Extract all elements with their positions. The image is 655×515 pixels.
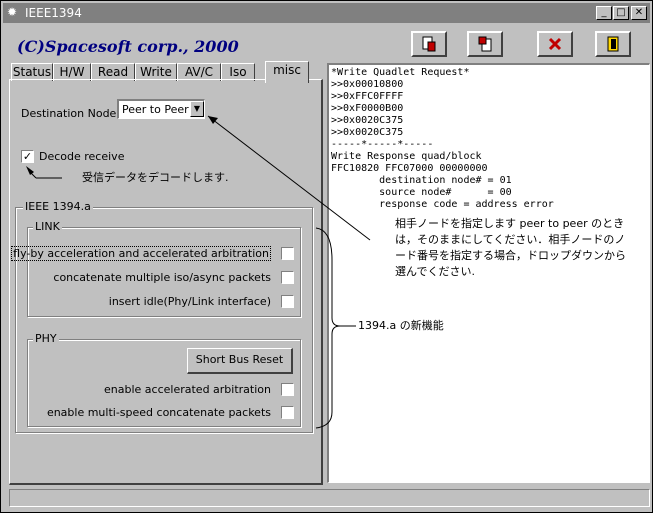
log-line: -----*-----*----- bbox=[331, 139, 434, 150]
destination-note-line: 選んでください. bbox=[395, 265, 475, 278]
log-line: Write Response quad/block bbox=[331, 151, 482, 162]
exit-button[interactable] bbox=[595, 31, 631, 57]
load-log-button[interactable] bbox=[467, 31, 503, 57]
chevron-down-icon[interactable]: ▼ bbox=[190, 101, 204, 117]
destination-node-label: Destination Node bbox=[21, 107, 117, 120]
brand-title: (C)Spacesoft corp., 2000 bbox=[17, 37, 239, 56]
link-option-label-3: insert idle(Phy/Link interface) bbox=[108, 295, 271, 308]
minimize-button[interactable]: _ bbox=[596, 6, 612, 20]
window-title: IEEE1394 bbox=[25, 6, 82, 20]
log-line: destination node# = 01 bbox=[331, 175, 512, 186]
log-line: FFC10820 FFC07000 00000000 bbox=[331, 163, 488, 174]
exit-icon bbox=[607, 36, 619, 52]
close-button[interactable]: ✕ bbox=[631, 6, 647, 20]
link-option-label-2: concatenate multiple iso/async packets bbox=[53, 271, 271, 284]
app-icon: ✹ bbox=[7, 5, 18, 19]
destination-node-value: Peer to Peer bbox=[122, 103, 189, 116]
phy-option-label-2: enable multi-speed concatenate packets bbox=[46, 406, 271, 419]
decode-receive-label: Decode receive bbox=[39, 150, 125, 163]
save-icon bbox=[422, 36, 436, 52]
insert-idle-checkbox[interactable] bbox=[281, 295, 294, 308]
destination-note-line: は，そのままにしてください．相手ノードのノ bbox=[395, 233, 626, 246]
maximize-button[interactable]: □ bbox=[613, 6, 629, 20]
destination-note-line: ード番号を指定する場合，ドロップダウンから bbox=[395, 249, 626, 262]
log-line: response code = address error bbox=[331, 199, 554, 210]
log-line: >>0x0020C375 bbox=[331, 127, 404, 138]
clear-log-button[interactable] bbox=[537, 31, 573, 57]
log-line: >>0xFFC0FFFF bbox=[331, 91, 404, 102]
link-group-label: LINK bbox=[33, 220, 62, 233]
accelerated-arbitration-checkbox[interactable] bbox=[281, 383, 294, 396]
log-line: source node# = 00 bbox=[331, 187, 512, 198]
status-bar bbox=[9, 489, 650, 507]
load-icon bbox=[478, 36, 492, 52]
log-line: >>0xF0000B00 bbox=[331, 103, 404, 114]
clear-icon bbox=[548, 37, 562, 51]
log-textarea[interactable]: *Write Quadlet Request* >>0x00010800 >>0… bbox=[327, 63, 650, 483]
log-line: >>0x00010800 bbox=[331, 79, 404, 90]
ieee1394a-group-label: IEEE 1394.a bbox=[23, 200, 93, 213]
log-line: >>0x0020C375 bbox=[331, 115, 404, 126]
title-bar[interactable]: ✹ IEEE1394 _ □ ✕ bbox=[3, 3, 650, 23]
new-features-note: 1394.a の新機能 bbox=[358, 319, 444, 332]
decode-receive-checkbox[interactable]: ✓ bbox=[21, 150, 34, 163]
decode-note: 受信データをデコードします. bbox=[82, 171, 229, 184]
phy-group-label: PHY bbox=[33, 332, 59, 345]
multispeed-concatenate-checkbox[interactable] bbox=[281, 406, 294, 419]
link-option-label-1: fly-by acceleration and accelerated arbi… bbox=[11, 246, 271, 261]
log-line: *Write Quadlet Request* bbox=[331, 67, 470, 78]
concatenate-packets-checkbox[interactable] bbox=[281, 271, 294, 284]
tab-misc[interactable]: misc bbox=[265, 61, 309, 83]
phy-option-label-1: enable accelerated arbitration bbox=[104, 383, 271, 396]
short-bus-reset-button[interactable]: Short Bus Reset bbox=[187, 348, 293, 374]
destination-node-select[interactable]: Peer to Peer ▼ bbox=[117, 99, 205, 119]
save-log-button[interactable] bbox=[411, 31, 447, 57]
destination-note-line: 相手ノードを指定します peer to peer のとき bbox=[395, 217, 625, 230]
flyby-acceleration-checkbox[interactable] bbox=[281, 247, 294, 260]
